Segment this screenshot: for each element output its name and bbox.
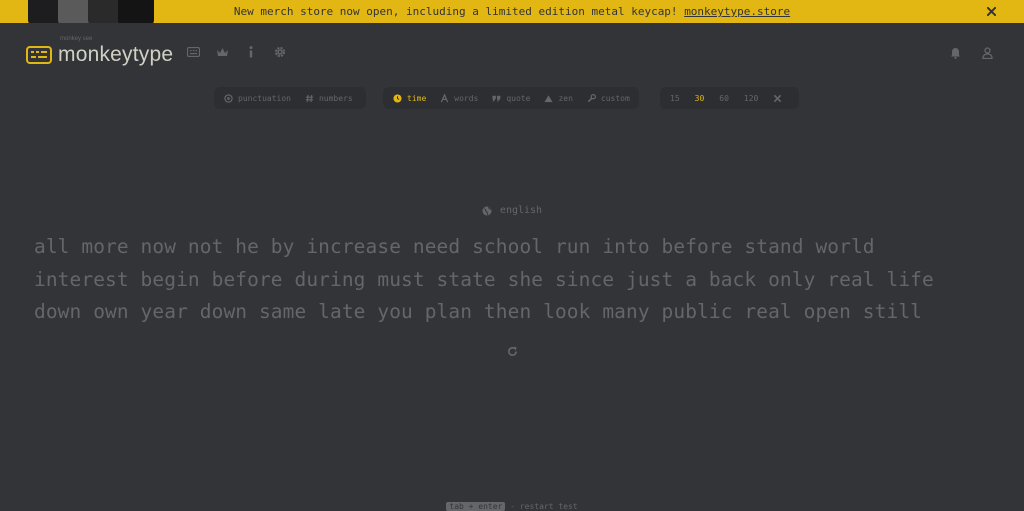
account-button[interactable] xyxy=(980,46,994,60)
hashtag-icon xyxy=(305,94,314,102)
numbers-label: numbers xyxy=(318,93,353,103)
punctuation-toggle[interactable]: punctuation xyxy=(224,94,291,103)
language-button[interactable]: english xyxy=(0,205,1024,216)
logo-text-group: monkey see monkeytype xyxy=(58,36,174,67)
mode-quote-button[interactable]: quote xyxy=(492,94,530,103)
duration-120-label: 120 xyxy=(743,93,759,103)
keyboard-logo-icon xyxy=(26,46,52,64)
word-line: all more now not he by increase need sch… xyxy=(34,235,875,258)
info-icon xyxy=(249,46,253,58)
nav-about-button[interactable] xyxy=(244,45,258,59)
config-group-modifiers: punctuation numbers xyxy=(214,87,366,109)
mode-time-button[interactable]: time xyxy=(393,94,426,103)
words-display[interactable]: all more now not he by increase need sch… xyxy=(34,231,1004,329)
wrench-icon xyxy=(587,93,596,102)
nav-leaderboard-button[interactable] xyxy=(215,45,229,59)
duration-15-label: 15 xyxy=(670,93,680,103)
mountain-icon xyxy=(544,94,554,102)
account-nav xyxy=(948,46,994,60)
clock-icon xyxy=(393,93,402,103)
restart-button[interactable] xyxy=(505,344,519,358)
duration-60-label: 60 xyxy=(719,93,729,103)
mode-words-label: words xyxy=(454,93,479,103)
announcement-banner: New merch store now open, including a li… xyxy=(0,0,1024,23)
mode-zen-label: zen xyxy=(558,93,573,103)
duration-60-button[interactable]: 60 xyxy=(719,94,729,103)
numbers-toggle[interactable]: numbers xyxy=(305,94,353,103)
bell-icon xyxy=(950,48,960,59)
duration-30-label: 30 xyxy=(694,93,705,103)
duration-30-button[interactable]: 30 xyxy=(695,94,705,103)
language-label: english xyxy=(499,205,543,216)
word-line: interest begin before during must state … xyxy=(34,267,934,291)
keyboard-icon xyxy=(186,47,200,57)
gear-icon xyxy=(274,46,286,58)
close-icon xyxy=(986,7,996,16)
user-icon xyxy=(981,47,993,59)
logo-tagline: monkey see xyxy=(60,36,93,42)
mode-zen-button[interactable]: zen xyxy=(544,93,573,103)
duration-custom-button[interactable] xyxy=(773,94,782,103)
mode-time-label: time xyxy=(407,93,427,103)
duration-120-button[interactable]: 120 xyxy=(744,94,758,103)
mode-custom-label: custom xyxy=(600,93,630,103)
quote-icon xyxy=(492,95,501,102)
main-nav xyxy=(186,45,287,59)
store-link[interactable]: monkeytype.store xyxy=(684,5,790,18)
tools-icon xyxy=(774,94,782,102)
config-group-duration: 15 30 60 120 xyxy=(660,87,799,109)
banner-message: New merch store now open, including a li… xyxy=(0,0,1024,23)
duration-15-button[interactable]: 15 xyxy=(670,94,680,103)
globe-icon xyxy=(482,206,492,215)
crown-icon xyxy=(216,47,228,56)
mode-custom-button[interactable]: custom xyxy=(587,94,630,103)
logo[interactable]: monkey see monkeytype xyxy=(26,36,174,70)
redo-icon xyxy=(507,346,517,356)
mode-quote-label: quote xyxy=(506,93,531,103)
punctuation-label: punctuation xyxy=(238,93,291,103)
banner-text: New merch store now open, including a li… xyxy=(233,5,685,18)
font-icon xyxy=(441,93,449,102)
nav-keyboard-button[interactable] xyxy=(186,45,200,59)
nav-settings-button[interactable] xyxy=(273,45,287,59)
at-icon xyxy=(224,93,233,103)
config-group-mode: time words quote zen custom xyxy=(383,87,639,109)
notifications-button[interactable] xyxy=(948,46,962,60)
banner-close-button[interactable] xyxy=(984,0,998,23)
logo-title: monkeytype xyxy=(58,43,174,66)
mode-words-button[interactable]: words xyxy=(440,93,479,103)
word-line: down own year down same late you plan th… xyxy=(34,300,922,323)
